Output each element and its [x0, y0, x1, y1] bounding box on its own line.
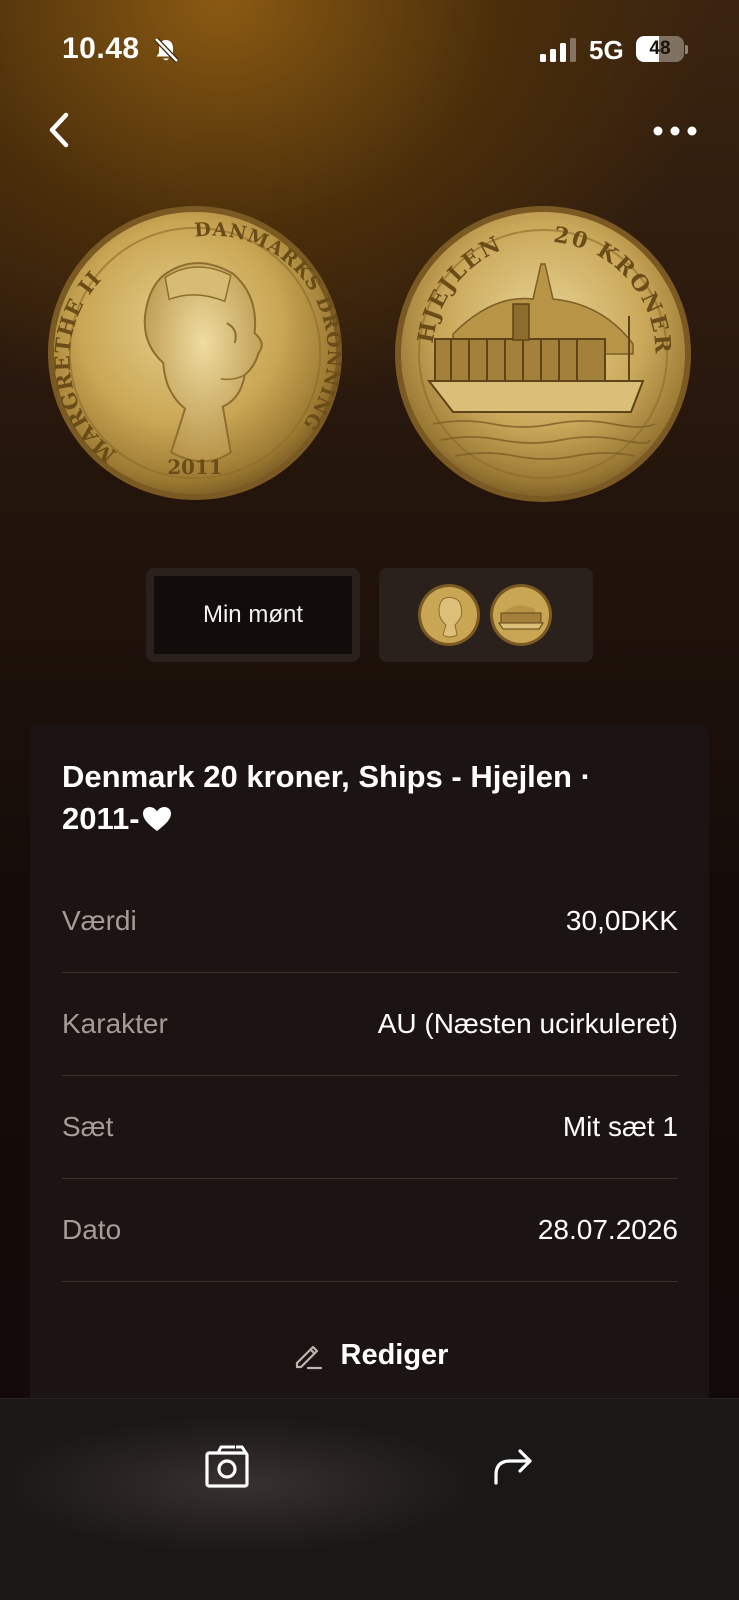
ellipsis-icon — [653, 126, 697, 136]
detail-value: 30,0DKK — [565, 905, 678, 936]
detail-value: 28.07.2026 — [537, 1214, 678, 1245]
camera-icon — [205, 1445, 249, 1488]
detail-label: Dato — [62, 1214, 122, 1245]
signal-icon — [540, 38, 576, 62]
back-button[interactable] — [40, 105, 84, 155]
detail-label: Værdi — [62, 905, 137, 936]
battery-indicator: 48 — [636, 36, 688, 64]
battery-level: 48 — [649, 38, 671, 59]
camera-button[interactable] — [202, 1441, 252, 1491]
more-options-button[interactable] — [650, 112, 700, 152]
detail-row-date[interactable]: Dato 28.07.2026 — [62, 1179, 678, 1282]
edit-button-label: Rediger — [340, 1338, 449, 1371]
status-time: 10.48 — [62, 32, 140, 65]
coin-obverse-image[interactable]: MARGRETHE II DANMARKS DRONNING 2011 — [44, 204, 346, 502]
detail-label: Karakter — [62, 1008, 168, 1039]
detail-label: Sæt — [62, 1111, 114, 1142]
coin-reverse-thumbnail — [490, 584, 552, 646]
detail-row-set[interactable]: Sæt Mit sæt 1 — [62, 1076, 678, 1179]
heart-icon[interactable] — [142, 806, 172, 832]
detail-value: AU (Næsten ucirkuleret) — [377, 1008, 678, 1039]
coin-reverse-image[interactable]: HJEJLEN 20 KRONER — [393, 204, 693, 504]
share-button[interactable] — [488, 1441, 538, 1491]
my-coin-tab[interactable]: Min mønt — [146, 568, 360, 662]
share-icon — [494, 1449, 532, 1485]
bell-off-icon — [154, 37, 179, 63]
network-type: 5G — [589, 35, 624, 65]
detail-row-grade[interactable]: Karakter AU (Næsten ucirkuleret) — [62, 973, 678, 1076]
coin-obverse-thumbnail — [418, 584, 480, 646]
coin-title: Denmark 20 kroner, Ships - Hjejlen · 201… — [62, 756, 662, 840]
my-coin-tab-label: Min mønt — [202, 601, 303, 628]
detail-value: Mit sæt 1 — [562, 1111, 678, 1142]
catalog-images-tab[interactable] — [379, 568, 593, 662]
bottom-toolbar — [0, 1398, 739, 1600]
coin-details-card: Denmark 20 kroner, Ships - Hjejlen · 201… — [30, 724, 709, 1424]
edit-button[interactable]: Rediger — [30, 1330, 709, 1380]
status-bar: 10.48 5G 48 — [0, 0, 739, 100]
coin-obverse-year: 2011 — [167, 455, 222, 479]
pencil-icon — [295, 1345, 322, 1370]
detail-row-value[interactable]: Værdi 30,0DKK — [62, 870, 678, 973]
chevron-left-icon — [49, 112, 69, 148]
